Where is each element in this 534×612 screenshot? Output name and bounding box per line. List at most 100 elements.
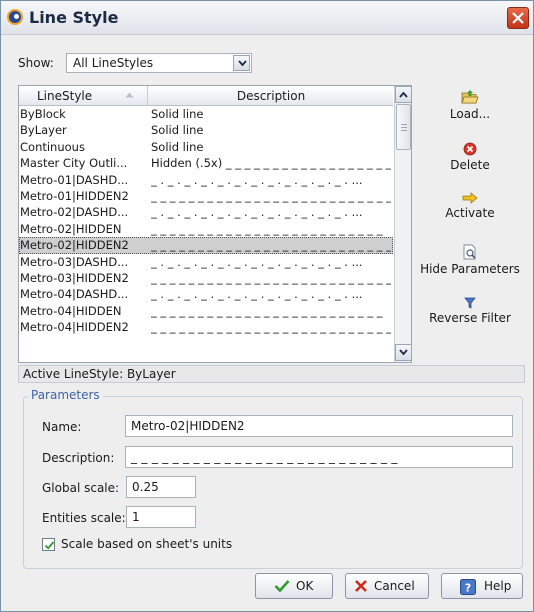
list-item[interactable]: Metro-04|HIDDEN2 _ _ _ _ _ _ _ _ _ _ _ _ … <box>19 319 393 335</box>
list-item[interactable]: Master City Outli... Hidden (.5x) _ _ _ _… <box>19 155 393 171</box>
column-header-linestyle[interactable]: LineStyle <box>19 86 148 106</box>
checkmark-icon <box>274 580 290 593</box>
scale-based-on-sheet-units-checkbox[interactable] <box>42 538 55 551</box>
linestyle-description: _ . _ . _ . _ . _ . _ . _ . _ . _ . _ . … <box>151 172 363 187</box>
load-folder-icon <box>461 90 479 104</box>
arrow-right-icon <box>462 192 478 204</box>
list-item[interactable]: Metro-02|DASHD... _ . _ . _ . _ . _ . _ .… <box>19 204 393 220</box>
close-icon <box>512 12 524 24</box>
list-item[interactable]: Metro-02|HIDDEN2 _ _ _ _ _ _ _ _ _ _ _ _ … <box>19 237 393 254</box>
chevron-down-icon <box>238 60 247 67</box>
help-button[interactable]: ? Help <box>441 573 523 599</box>
show-label: Show: <box>18 56 54 70</box>
app-logo-icon <box>7 9 23 25</box>
close-button[interactable] <box>507 7 529 29</box>
scale-based-on-sheet-units-label: Scale based on sheet's units <box>61 537 233 551</box>
dialog-title: Line Style <box>29 8 119 27</box>
scroll-thumb[interactable] <box>396 104 411 150</box>
show-filter-dropdown-button[interactable] <box>233 55 250 71</box>
document-magnifier-icon <box>463 244 476 260</box>
linestyle-description: _ . _ . _ . _ . _ . _ . _ . _ . _ . _ . … <box>151 205 363 220</box>
list-item[interactable]: Metro-01|HIDDEN2 _ _ _ _ _ _ _ _ _ _ _ _ … <box>19 188 393 204</box>
checkmark-icon <box>44 541 55 550</box>
reverse-filter-button[interactable]: Reverse Filter <box>415 297 525 325</box>
active-linestyle-text: Active LineStyle: ByLayer <box>23 367 176 381</box>
name-field[interactable]: Metro-02|HIDDEN2 <box>125 415 513 437</box>
linestyle-description: _ . _ . _ . _ . _ . _ . _ . _ . _ . _ . … <box>151 254 363 269</box>
help-button-label: Help <box>484 579 512 593</box>
delete-button-label: Delete <box>450 158 490 172</box>
list-header: LineStyle Description <box>19 86 393 106</box>
list-item[interactable]: Metro-04|HIDDEN _ _ _ _ _ _ _ _ _ _ _ _ _… <box>19 303 393 319</box>
cancel-button-label: Cancel <box>374 579 415 593</box>
linestyle-name: Metro-03|DASHD... <box>20 254 129 269</box>
linestyle-description: Hidden (.5x) _ _ _ _ _ _ _ _ _ _ _ _ _ _… <box>151 156 391 171</box>
active-linestyle-status: Active LineStyle: ByLayer <box>18 365 525 383</box>
line-style-dialog: Line Style Show: All LineStyles LineStyl… <box>0 0 534 612</box>
linestyle-description: Solid line <box>151 139 204 154</box>
help-icon: ? <box>460 579 476 595</box>
chevron-down-icon <box>399 349 408 356</box>
chevron-up-icon <box>399 91 408 98</box>
linestyle-name: Metro-01|HIDDEN2 <box>20 188 129 203</box>
global-scale-label: Global scale: <box>42 481 120 495</box>
linestyle-list[interactable]: LineStyle Description ByBlock Solid line B… <box>18 85 412 363</box>
list-item[interactable]: Continuous Solid line <box>19 139 393 155</box>
linestyle-description: _ _ _ _ _ _ _ _ _ _ _ _ _ _ _ _ _ _ _ _ … <box>151 270 391 285</box>
description-label: Description: <box>42 451 115 465</box>
linestyle-name: Metro-01|DASHD... <box>20 172 129 187</box>
scroll-up-button[interactable] <box>395 86 411 103</box>
filter-funnel-icon <box>464 297 476 309</box>
linestyle-name: Metro-04|HIDDEN2 <box>20 320 129 335</box>
reverse-filter-button-label: Reverse Filter <box>429 311 511 325</box>
description-field[interactable]: _ _ _ _ _ _ _ _ _ _ _ _ _ _ _ _ _ _ _ _ … <box>125 446 513 468</box>
hide-parameters-button-label: Hide Parameters <box>420 262 520 276</box>
linestyle-name: Metro-04|HIDDEN <box>20 303 122 318</box>
entities-scale-field[interactable]: 1 <box>126 506 196 528</box>
linestyle-name: Metro-04|DASHD... <box>20 287 129 302</box>
cancel-x-icon <box>355 580 367 592</box>
ok-button-label: OK <box>296 579 314 593</box>
list-item[interactable]: Metro-02|HIDDEN _ _ _ _ _ _ _ _ _ _ _ _ _… <box>19 221 393 237</box>
list-rows: ByBlock Solid line ByLayer Solid line Contin… <box>19 106 393 335</box>
linestyle-description: Solid line <box>151 107 204 121</box>
list-item[interactable]: Metro-03|DASHD... _ . _ . _ . _ . _ . _ .… <box>19 254 393 270</box>
show-filter-select[interactable]: All LineStyles <box>66 53 252 73</box>
column-header-description-label: Description <box>236 89 306 103</box>
title-bar[interactable]: Line Style <box>1 1 533 35</box>
linestyle-name: Metro-02|HIDDEN <box>20 221 122 236</box>
linestyle-description: _ _ _ _ _ _ _ _ _ _ _ _ _ _ _ _ _ _ _ _ … <box>151 320 391 335</box>
parameters-group-title: Parameters <box>28 388 103 402</box>
column-header-description[interactable]: Description <box>149 86 393 106</box>
list-item[interactable]: ByLayer Solid line <box>19 122 393 138</box>
cancel-button[interactable]: Cancel <box>345 573 429 599</box>
ok-button[interactable]: OK <box>255 573 333 599</box>
linestyle-description: _ _ _ _ _ _ _ _ _ _ _ _ _ _ _ _ _ _ _ _ … <box>151 221 383 236</box>
list-item[interactable]: Metro-01|DASHD... _ . _ . _ . _ . _ . _ .… <box>19 172 393 188</box>
linestyle-description: Solid line <box>151 123 204 138</box>
activate-button[interactable]: Activate <box>415 192 525 220</box>
activate-button-label: Activate <box>445 206 495 220</box>
show-filter-value: All LineStyles <box>73 56 154 70</box>
list-scrollbar[interactable] <box>394 86 411 362</box>
linestyle-description: _ _ _ _ _ _ _ _ _ _ _ _ _ _ _ _ _ _ _ _ … <box>151 238 391 253</box>
name-label: Name: <box>42 420 82 434</box>
linestyle-name: Metro-02|HIDDEN2 <box>20 238 129 253</box>
hide-parameters-button[interactable]: Hide Parameters <box>415 244 525 276</box>
linestyle-name: Metro-02|DASHD... <box>20 205 129 220</box>
list-item[interactable]: Metro-04|DASHD... _ . _ . _ . _ . _ . _ .… <box>19 286 393 302</box>
load-button[interactable]: Load... <box>415 89 525 121</box>
linestyle-description: _ _ _ _ _ _ _ _ _ _ _ _ _ _ _ _ _ _ _ _ … <box>151 188 391 203</box>
linestyle-name: Master City Outli... <box>20 156 128 171</box>
list-item[interactable]: ByBlock Solid line <box>19 106 393 122</box>
linestyle-name: ByBlock <box>20 107 66 121</box>
linestyle-name: Metro-03|HIDDEN2 <box>20 270 129 285</box>
global-scale-field[interactable]: 0.25 <box>126 476 196 498</box>
linestyle-description: _ _ _ _ _ _ _ _ _ _ _ _ _ _ _ _ _ _ _ _ … <box>151 303 383 318</box>
column-header-linestyle-label: LineStyle <box>37 89 93 103</box>
list-item[interactable]: Metro-03|HIDDEN2 _ _ _ _ _ _ _ _ _ _ _ _ … <box>19 270 393 286</box>
linestyle-name: ByLayer <box>20 123 67 138</box>
delete-button[interactable]: Delete <box>415 142 525 172</box>
sort-ascending-icon <box>125 92 134 98</box>
scroll-down-button[interactable] <box>395 344 411 361</box>
